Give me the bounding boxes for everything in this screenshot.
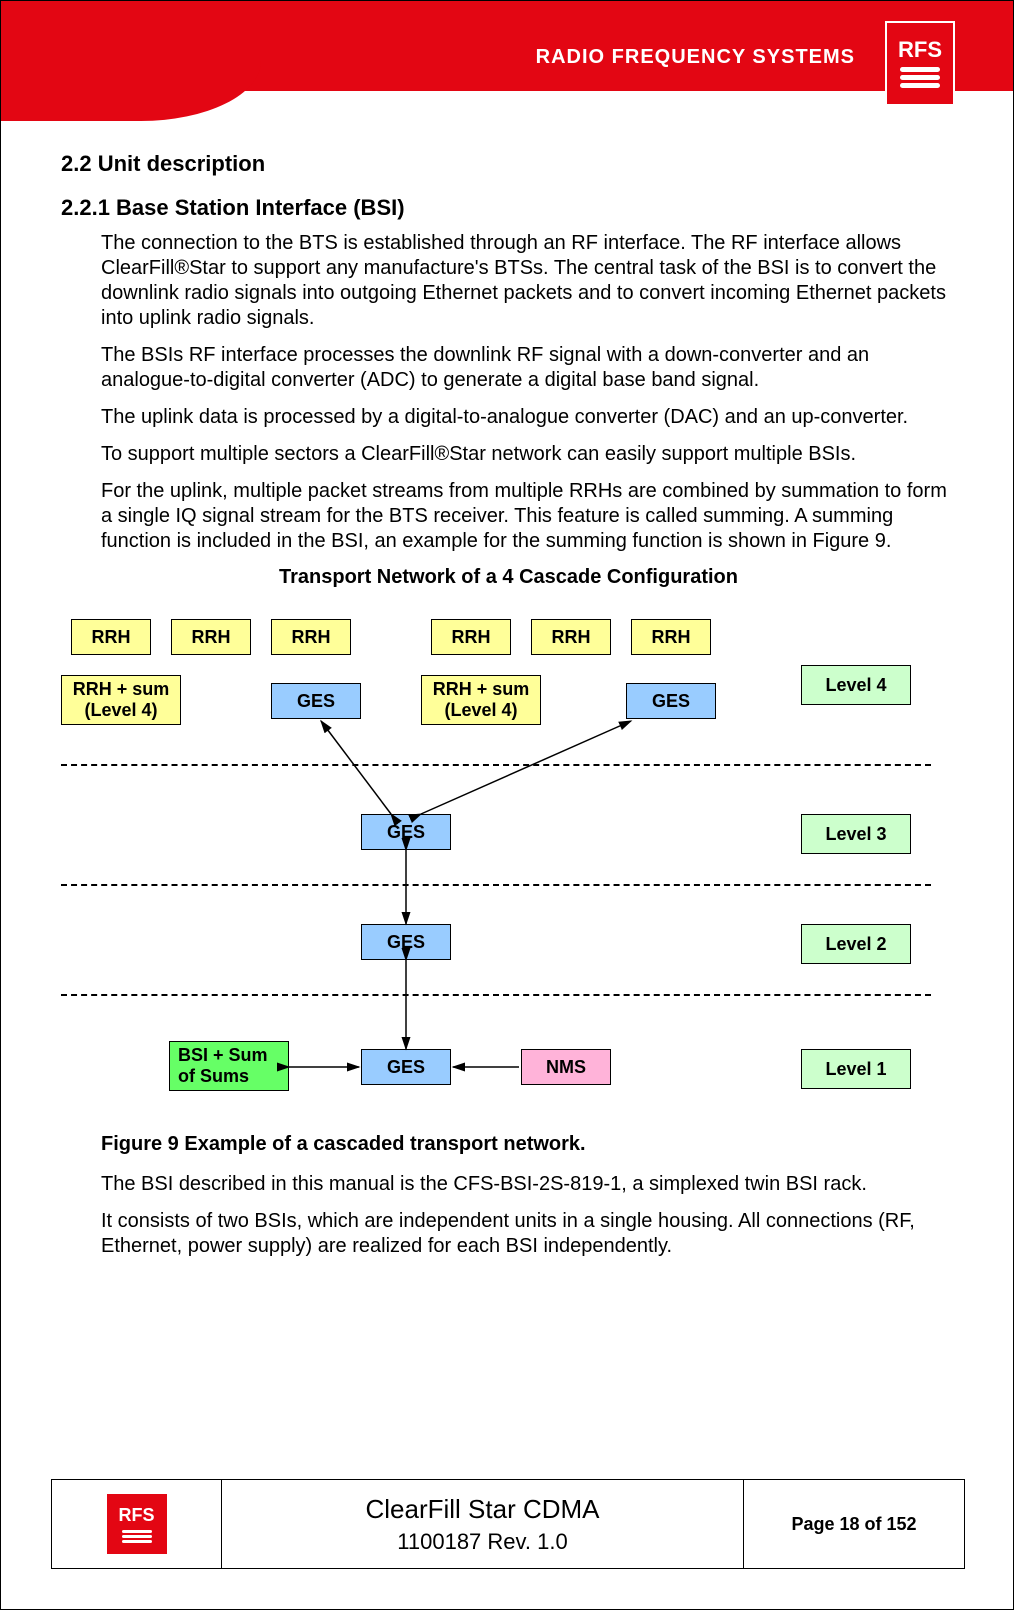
- level-3-label: Level 3: [801, 814, 911, 854]
- rrh-box: RRH: [631, 619, 711, 655]
- section-2-2-1-heading: 2.2.1 Base Station Interface (BSI): [61, 195, 956, 221]
- diagram: RRH RRH RRH RRH RRH RRH RRH + sum (Level…: [61, 609, 956, 1129]
- rrh-box: RRH: [171, 619, 251, 655]
- figure-caption: Figure 9 Example of a cascaded transport…: [101, 1133, 956, 1156]
- ges-box: GES: [361, 924, 451, 960]
- wave-icon: [900, 67, 940, 88]
- ges-box: GES: [626, 683, 716, 719]
- level-1-label: Level 1: [801, 1049, 911, 1089]
- ges-box: GES: [271, 683, 361, 719]
- rrh-box: RRH: [71, 619, 151, 655]
- para-5: For the uplink, multiple packet streams …: [101, 479, 956, 554]
- brand-text: RADIO FREQUENCY SYSTEMS: [536, 46, 855, 69]
- after-para-2: It consists of two BSIs, which are indep…: [101, 1209, 956, 1259]
- level-4-label: Level 4: [801, 665, 911, 705]
- para-4: To support multiple sectors a ClearFill®…: [101, 442, 956, 467]
- rrh-box: RRH: [431, 619, 511, 655]
- footer-mid-cell: ClearFill Star CDMA 1100187 Rev. 1.0: [222, 1480, 744, 1568]
- rrh-box: RRH: [531, 619, 611, 655]
- bsi-box: BSI + Sum of Sums: [169, 1041, 289, 1091]
- diagram-title: Transport Network of a 4 Cascade Configu…: [61, 566, 956, 589]
- rrh-sum-box: RRH + sum (Level 4): [421, 675, 541, 725]
- header-banner: RADIO FREQUENCY SYSTEMS RFS: [1, 1, 1014, 121]
- rrh-sum-box: RRH + sum (Level 4): [61, 675, 181, 725]
- rrh-box: RRH: [271, 619, 351, 655]
- footer-logo-cell: RFS: [52, 1480, 222, 1568]
- divider-line: [61, 764, 931, 766]
- page-footer: RFS ClearFill Star CDMA 1100187 Rev. 1.0…: [51, 1479, 965, 1569]
- after-para-1: The BSI described in this manual is the …: [101, 1172, 956, 1197]
- footer-logo-text: RFS: [119, 1505, 155, 1526]
- rfs-logo-small: RFS: [107, 1494, 167, 1554]
- ges-box: GES: [361, 1049, 451, 1085]
- para-2: The BSIs RF interface processes the down…: [101, 343, 956, 393]
- wave-icon: [122, 1530, 152, 1543]
- logo-text: RFS: [898, 39, 942, 61]
- footer-page-number: Page 18 of 152: [744, 1480, 964, 1568]
- level-2-label: Level 2: [801, 924, 911, 964]
- divider-line: [61, 884, 931, 886]
- para-3: The uplink data is processed by a digita…: [101, 405, 956, 430]
- divider-line: [61, 994, 931, 996]
- footer-product: ClearFill Star CDMA: [365, 1494, 599, 1525]
- footer-revision: 1100187 Rev. 1.0: [397, 1529, 567, 1555]
- section-2-2-heading: 2.2 Unit description: [61, 151, 956, 177]
- main-content: 2.2 Unit description 2.2.1 Base Station …: [61, 151, 956, 1271]
- para-1: The connection to the BTS is established…: [101, 231, 956, 331]
- ges-box: GES: [361, 814, 451, 850]
- nms-box: NMS: [521, 1049, 611, 1085]
- rfs-logo: RFS: [885, 21, 955, 106]
